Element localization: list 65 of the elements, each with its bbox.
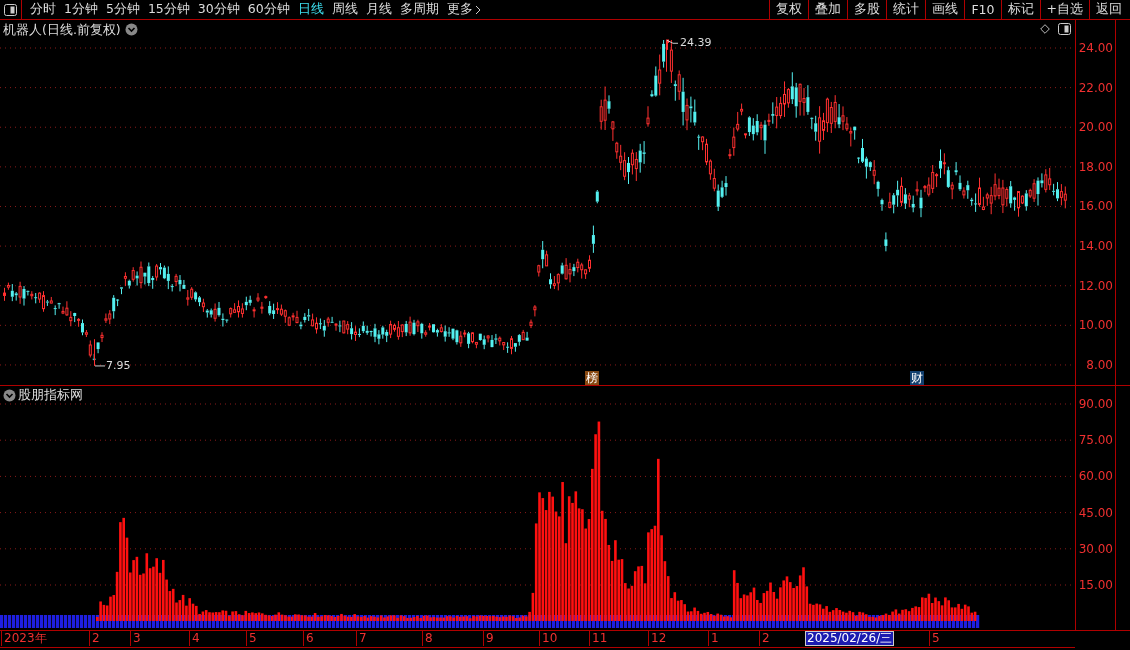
date-label: 11 <box>589 631 608 646</box>
indicator-title: 股朋指标网 <box>18 387 83 404</box>
axis-label: 8.00 <box>1086 357 1113 372</box>
date-label: 8 <box>422 631 433 646</box>
axis-label: 16.00 <box>1078 199 1113 214</box>
date-label: 2025/02/26/三 <box>805 631 895 646</box>
event-marker[interactable]: 榜 <box>585 371 599 385</box>
axis-label: 90.00 <box>1078 397 1113 411</box>
axis-label: 14.00 <box>1078 239 1113 254</box>
leader-line <box>94 365 106 367</box>
toolbar-button[interactable]: F10 <box>964 0 1001 19</box>
date-label: 3 <box>130 631 141 646</box>
panel-toggle-icon[interactable] <box>4 3 17 16</box>
panel-toggle-icon[interactable] <box>1058 23 1071 35</box>
toolbar-button[interactable]: 叠加 <box>808 0 848 19</box>
period-tab[interactable]: 日线 <box>293 1 328 18</box>
axis-label: 12.00 <box>1078 278 1113 293</box>
toolbar-button[interactable]: 返回 <box>1089 0 1128 19</box>
chevron-right-icon <box>474 4 481 15</box>
axis-label: 22.00 <box>1078 80 1113 95</box>
toolbar-button[interactable]: 复权 <box>769 0 809 19</box>
date-label: 6 <box>303 631 314 646</box>
toolbar-button[interactable]: 画线 <box>925 0 965 19</box>
date-label: 4 <box>189 631 200 646</box>
period-tab[interactable]: 更多 <box>442 1 485 18</box>
date-label: 9 <box>483 631 494 646</box>
period-tab[interactable]: 60分钟 <box>243 1 294 18</box>
axis-label: 10.00 <box>1078 318 1113 333</box>
toolbar-button[interactable]: +自选 <box>1039 0 1089 19</box>
axis-label: 15.00 <box>1078 578 1113 592</box>
date-label: 5 <box>246 631 257 646</box>
period-tab[interactable]: 15分钟 <box>143 1 194 18</box>
period-tab[interactable]: 5分钟 <box>101 1 144 18</box>
toolbar-button[interactable]: 标记 <box>1000 0 1040 19</box>
axis-label: 45.00 <box>1078 505 1113 520</box>
period-tab[interactable]: 30分钟 <box>193 1 244 18</box>
axis-label: 24.00 <box>1078 41 1113 55</box>
axis-label: 30.00 <box>1078 541 1113 556</box>
date-label: 2 <box>759 631 770 646</box>
date-label: 10 <box>539 631 558 646</box>
low-price-label: 7.95 <box>106 358 131 372</box>
date-label: 7 <box>356 631 367 646</box>
dropdown-icon[interactable] <box>3 389 16 402</box>
axis-label: 60.00 <box>1078 469 1113 484</box>
event-marker[interactable]: 财 <box>910 371 924 385</box>
period-tab[interactable]: 1分钟 <box>60 1 102 18</box>
diamond-icon[interactable] <box>1040 24 1050 34</box>
period-tab[interactable]: 月线 <box>361 1 396 18</box>
period-tab[interactable]: 周线 <box>327 1 362 18</box>
axis-label: 20.00 <box>1078 120 1113 135</box>
axis-label: 18.00 <box>1078 159 1113 174</box>
chart-title: 机器人(日线.前复权) <box>3 22 121 37</box>
axis-label: 75.00 <box>1078 433 1113 448</box>
high-price-label: 24.39 <box>680 36 712 50</box>
date-label: 5 <box>929 631 940 646</box>
date-label: 2023年 <box>1 631 47 646</box>
date-label: 12 <box>648 631 667 646</box>
date-label: 1 <box>708 631 719 646</box>
dropdown-icon[interactable] <box>124 23 138 36</box>
toolbar-button[interactable]: 多股 <box>847 0 887 19</box>
toolbar-button[interactable]: 统计 <box>886 0 926 19</box>
date-label: 2 <box>89 631 100 646</box>
period-tab[interactable]: 多周期 <box>395 1 443 18</box>
leader-line <box>666 39 679 44</box>
period-tab[interactable]: 分时 <box>26 1 60 18</box>
